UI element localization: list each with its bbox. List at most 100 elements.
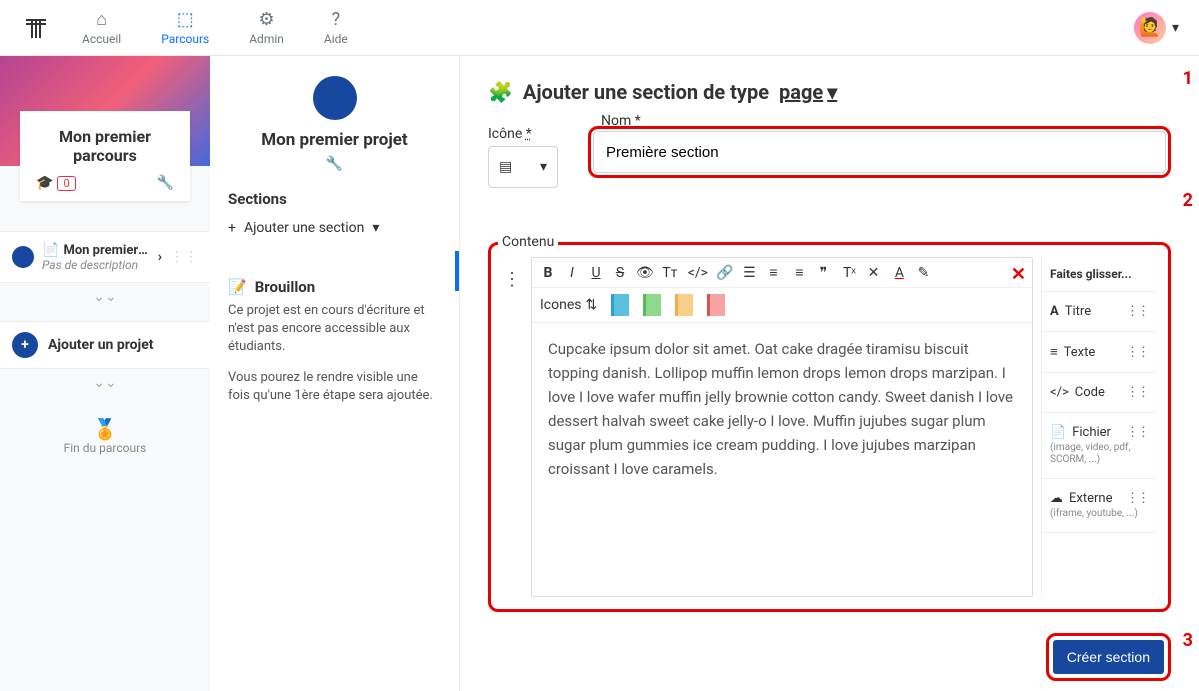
eye-slash-icon[interactable]: 👁: [636, 265, 654, 281]
superscript-button[interactable]: Tˣ: [841, 264, 857, 281]
annotation-1: 1: [1183, 68, 1193, 89]
chevron-down-icon: ▾: [1172, 20, 1179, 36]
nav-parcours[interactable]: ⬚ Parcours: [161, 9, 209, 46]
draft-icon: 📝: [228, 278, 247, 296]
project-dot-icon: [12, 246, 34, 268]
project-row[interactable]: 📄 Mon premier pro... Pas de description …: [0, 231, 210, 283]
list-ol-button[interactable]: ≡: [765, 264, 781, 281]
icon-field-wrap: Icône * ▤ ▾: [488, 126, 578, 188]
puzzle-icon: ⬚: [177, 9, 194, 30]
caret-down-icon: ▾: [540, 159, 547, 175]
name-field-highlight: Nom *: [588, 126, 1171, 178]
icon-select[interactable]: ▤ ▾: [488, 146, 558, 188]
color-swatch-red[interactable]: [707, 294, 725, 316]
add-section-button[interactable]: + Ajouter une section ▾: [228, 216, 441, 250]
drag-grip-icon[interactable]: ⋮⋮: [170, 249, 198, 265]
main-content: 🧩 Ajouter une section de type page ▾ 1 I…: [460, 56, 1199, 691]
brouillon-label: Brouillon: [255, 278, 316, 296]
nav-admin[interactable]: ⚙ Admin: [249, 9, 284, 46]
grip-icon: ⋮⋮: [1126, 425, 1148, 440]
required-star: *: [526, 126, 532, 142]
sidebar-project: Mon premier projet 🔧 Sections + Ajouter …: [210, 56, 460, 691]
widgets-header: Faites glisser...: [1042, 257, 1156, 292]
topbar-left: ⌂ Accueil ⬚ Parcours ⚙ Admin ? Aide: [20, 9, 348, 46]
font-size-button[interactable]: Tт: [662, 265, 678, 281]
annotation-3: 3: [1183, 630, 1193, 651]
caret-down-icon: ▾: [827, 80, 837, 104]
grip-icon: ⋮⋮: [1126, 385, 1148, 400]
editor-content[interactable]: Cupcake ipsum dolor sit amet. Oat cake d…: [532, 323, 1032, 596]
book-icon: ▤: [499, 159, 512, 175]
type-label: page: [779, 80, 823, 104]
icones-label: Icones: [540, 297, 582, 313]
add-project-label: Ajouter un projet: [48, 337, 154, 353]
add-section-label: Ajouter une section: [244, 220, 364, 236]
code-button[interactable]: </>: [688, 265, 708, 281]
widget-externe[interactable]: ☁Externe ⋮⋮ (iframe, youtube, ...): [1042, 479, 1156, 533]
wrench-icon[interactable]: 🔧: [157, 175, 174, 191]
grip-icon: ⋮⋮: [1126, 491, 1148, 506]
nav-accueil[interactable]: ⌂ Accueil: [82, 9, 121, 46]
body: Mon premier parcours 🎓 0 🔧 📄 Mon premier…: [0, 56, 1199, 691]
list-ul-button[interactable]: ☰: [741, 265, 757, 281]
bold-button[interactable]: B: [540, 265, 556, 281]
user-menu[interactable]: 🙋 ▾: [1134, 12, 1179, 44]
fin-parcours: 🏅 Fin du parcours: [0, 417, 210, 455]
project-large-dot-icon: [313, 76, 357, 120]
editor-drag-handle[interactable]: ⋮: [503, 257, 523, 597]
widget-label: Fichier: [1072, 425, 1111, 440]
nav-aide[interactable]: ? Aide: [324, 9, 348, 46]
plus-circle-icon: +: [12, 332, 38, 358]
color-swatch-blue[interactable]: [611, 294, 629, 316]
widget-titre[interactable]: ATitre ⋮⋮: [1042, 292, 1156, 332]
brouillon-heading: 📝 Brouillon: [228, 278, 441, 296]
project-name: Mon premier pro...: [63, 243, 149, 258]
nav-label: Admin: [249, 32, 284, 46]
nav-label: Aide: [324, 32, 348, 46]
name-label: Nom *: [601, 113, 641, 129]
icones-dropdown[interactable]: Icones ⇅: [540, 297, 597, 313]
chevron-right-icon: ›: [158, 249, 162, 265]
trophy-icon: 🏅: [0, 417, 210, 441]
add-project-button[interactable]: + Ajouter un projet: [0, 321, 210, 369]
project-sub: Pas de description: [42, 258, 150, 272]
color-swatch-orange[interactable]: [675, 294, 693, 316]
header-prefix: Ajouter une section de type: [523, 80, 769, 104]
strike-button[interactable]: S: [612, 265, 628, 281]
project-settings-button[interactable]: 🔧: [228, 156, 441, 172]
align-button[interactable]: ≡: [791, 264, 807, 281]
name-label-text: Nom: [601, 113, 631, 129]
code-icon: </>: [1050, 385, 1069, 400]
widget-code[interactable]: </>Code ⋮⋮: [1042, 373, 1156, 413]
section-header: 🧩 Ajouter une section de type page ▾: [488, 80, 1171, 104]
link-button[interactable]: 🔗: [716, 265, 733, 281]
underline-button[interactable]: U: [588, 265, 604, 281]
widget-fichier[interactable]: 📄Fichier ⋮⋮ (image, video, pdf, SCORM, .…: [1042, 413, 1156, 479]
widgets-panel: Faites glisser... ATitre ⋮⋮ ≡Texte ⋮⋮ </…: [1041, 257, 1156, 597]
rich-text-editor: ✕ B I U S 👁 Tт </> 🔗 ☰ ≡: [531, 257, 1033, 597]
create-button-wrap: Créer section: [1046, 633, 1171, 681]
graduation-icon-wrap[interactable]: 🎓 0: [36, 175, 76, 191]
sidebar-parcours: Mon premier parcours 🎓 0 🔧 📄 Mon premier…: [0, 56, 210, 691]
app-logo[interactable]: [20, 12, 52, 44]
widget-sublabel: (iframe, youtube, ...): [1050, 508, 1148, 520]
expand-down-icon[interactable]: ⌄⌄: [0, 283, 210, 311]
color-swatch-green[interactable]: [643, 294, 661, 316]
create-section-button[interactable]: Créer section: [1053, 640, 1164, 674]
icon-label-text: Icône: [488, 126, 522, 142]
project-title: Mon premier projet: [228, 130, 441, 150]
logo-icon: [22, 14, 50, 42]
expand-down-icon[interactable]: ⌄⌄: [0, 369, 210, 397]
clear-format-button[interactable]: ✕: [865, 265, 881, 281]
highlight-button[interactable]: ✎: [915, 265, 931, 281]
count-badge: 0: [57, 176, 75, 191]
text-color-button[interactable]: A: [891, 265, 907, 281]
italic-button[interactable]: I: [564, 265, 580, 281]
section-type-dropdown[interactable]: page ▾: [779, 80, 837, 104]
quote-button[interactable]: ❞: [815, 265, 831, 281]
brouillon-text-1: Ce projet est en cours d'écriture et n'e…: [228, 302, 441, 357]
parcours-title: Mon premier parcours: [32, 127, 178, 165]
editor-remove-button[interactable]: ✕: [1003, 260, 1034, 289]
section-name-input[interactable]: [593, 131, 1166, 173]
widget-texte[interactable]: ≡Texte ⋮⋮: [1042, 332, 1156, 373]
